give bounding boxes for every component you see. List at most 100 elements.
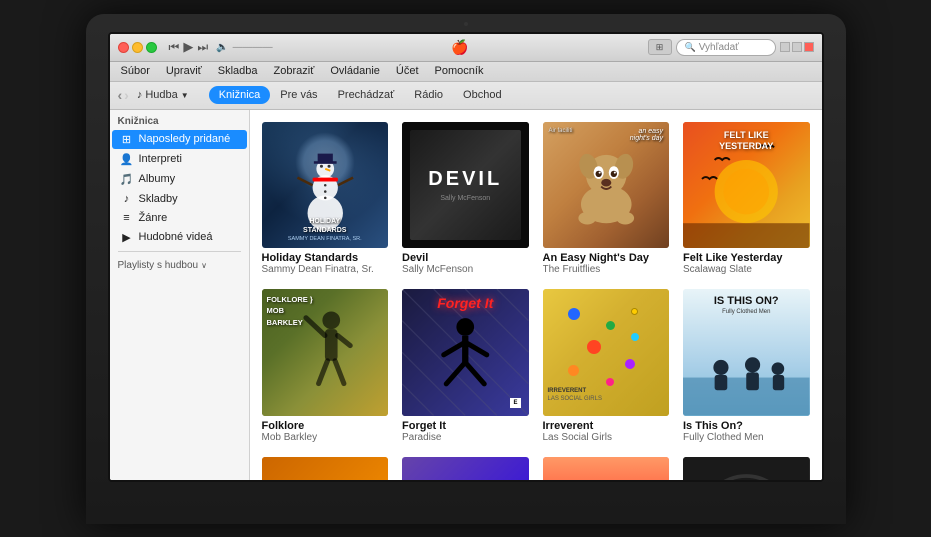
album-cover-6: Forget It E xyxy=(402,289,529,416)
menu-pomocnik[interactable]: Pomocník xyxy=(432,64,487,78)
album-cover-2: DEVIL Sally McFenson xyxy=(402,122,529,249)
album-title-5: Folklore xyxy=(262,420,389,432)
sidebar-item-hudvidea[interactable]: ▶ Hudobné videá xyxy=(112,228,247,247)
zanre-label: Žánre xyxy=(139,212,168,224)
nav-tabs: Knižnica Pre vás Prechádzať Rádio Obchod xyxy=(209,86,512,104)
play-button[interactable]: ▶ xyxy=(183,39,193,55)
album-item-6[interactable]: Forget It E Forget It Paradise xyxy=(402,289,529,443)
album-cover-1: HOLIDAYSTANDARDS SAMMY DEAN FINATRA, SR. xyxy=(262,122,389,249)
music-label: ♪ Hudba ▼ xyxy=(137,89,189,101)
forward-arrow[interactable]: › xyxy=(124,87,129,103)
interpreti-icon: 👤 xyxy=(120,153,134,166)
album-item-8[interactable]: IS THIS ON? Fully Clothed Men xyxy=(683,289,810,443)
sidebar-item-interpreti[interactable]: 👤 Interpreti xyxy=(112,150,247,169)
resize-btn-2[interactable] xyxy=(792,42,802,52)
apple-logo: 🍎 xyxy=(279,39,642,56)
album-cover-7: IRREVERENTLAS SOCIAL GIRLS xyxy=(543,289,670,416)
nav-bar: ‹ › ♪ Hudba ▼ Knižnica Pre vás Prechádza… xyxy=(110,82,822,110)
title-bar: ⏮ ▶ ⏭ 🔈 ———— 🍎 ⊞ 🔍 Vyhľadať xyxy=(110,34,822,62)
playlists-text: Playlisty s hudbou xyxy=(118,260,199,271)
grid-icon: ⊞ xyxy=(656,42,664,53)
music-note-icon: ♪ xyxy=(137,89,143,101)
content-area: HOLIDAYSTANDARDS SAMMY DEAN FINATRA, SR.… xyxy=(250,110,822,480)
album-cover-11: SUNSETBLUES xyxy=(543,457,670,480)
menu-skladba[interactable]: Skladba xyxy=(215,64,261,78)
album-cover-9 xyxy=(262,457,389,480)
volume-slider[interactable]: ———— xyxy=(233,42,273,53)
sidebar: Knižnica ⊞ Naposledy pridané 👤 Interpret… xyxy=(110,110,250,480)
sidebar-item-zanre[interactable]: ≡ Žánre xyxy=(112,209,247,227)
sidebar-item-naposledy[interactable]: ⊞ Naposledy pridané xyxy=(112,130,247,149)
window-controls xyxy=(118,42,157,53)
skladby-label: Skladby xyxy=(139,193,178,205)
maximize-button[interactable] xyxy=(146,42,157,53)
album-item-7[interactable]: IRREVERENTLAS SOCIAL GIRLS Irreverent La… xyxy=(543,289,670,443)
hudvidea-label: Hudobné videá xyxy=(139,231,213,243)
menu-upravit[interactable]: Upraviť xyxy=(163,64,205,78)
menu-ucet[interactable]: Účet xyxy=(393,64,422,78)
album-item-1[interactable]: HOLIDAYSTANDARDS SAMMY DEAN FINATRA, SR.… xyxy=(262,122,389,276)
close-x-btn[interactable] xyxy=(804,42,814,52)
menu-ovladanie[interactable]: Ovládanie xyxy=(327,64,383,78)
albums-grid: HOLIDAYSTANDARDS SAMMY DEAN FINATRA, SR.… xyxy=(262,122,810,480)
album-item-11[interactable]: SUNSETBLUES xyxy=(543,457,670,480)
album-cover-4: FELT LIKEYESTERDAY xyxy=(683,122,810,249)
menu-zobrazit[interactable]: Zobraziť xyxy=(271,64,318,78)
album-title-4: Felt Like Yesterday xyxy=(683,252,810,264)
album-artist-2: Sally McFenson xyxy=(402,264,529,275)
sidebar-divider xyxy=(118,251,241,252)
album-item-3[interactable]: an easynight's day Air faciliti An Easy … xyxy=(543,122,670,276)
album-item-4[interactable]: FELT LIKEYESTERDAY Felt Like Yesterday S… xyxy=(683,122,810,276)
tab-pre-vas[interactable]: Pre vás xyxy=(270,86,327,104)
album-item-12[interactable]: Album 12 Artist 12 xyxy=(683,457,810,480)
tab-kniznica[interactable]: Knižnica xyxy=(209,86,271,104)
naposledy-icon: ⊞ xyxy=(120,133,134,146)
album-artist-6: Paradise xyxy=(402,432,529,443)
laptop-screen: ⏮ ▶ ⏭ 🔈 ———— 🍎 ⊞ 🔍 Vyhľadať xyxy=(108,32,824,482)
album-item-10[interactable]: Album 10 Artist 10 xyxy=(402,457,529,480)
album-title-8: Is This On? xyxy=(683,420,810,432)
volume-icon: 🔈 xyxy=(216,42,228,53)
album-title-2: Devil xyxy=(402,252,529,264)
tab-obchod[interactable]: Obchod xyxy=(453,86,512,104)
dropdown-icon[interactable]: ▼ xyxy=(181,91,189,100)
album-title-3: An Easy Night's Day xyxy=(543,252,670,264)
album-artist-4: Scalawag Slate xyxy=(683,264,810,275)
resize-btn-1[interactable] xyxy=(780,42,790,52)
search-box: 🔍 Vyhľadať xyxy=(676,39,776,56)
nav-arrows: ‹ › xyxy=(118,87,129,103)
album-artist-8: Fully Clothed Men xyxy=(683,432,810,443)
skladby-icon: ♪ xyxy=(120,193,134,205)
sidebar-item-skladby[interactable]: ♪ Skladby xyxy=(112,190,247,208)
itunes-window: ⏮ ▶ ⏭ 🔈 ———— 🍎 ⊞ 🔍 Vyhľadať xyxy=(110,34,822,480)
music-text: Hudba xyxy=(145,89,177,101)
albumy-label: Albumy xyxy=(139,173,176,185)
search-icon: 🔍 xyxy=(685,42,696,53)
playlists-label[interactable]: Playlisty s hudbou ∨ xyxy=(110,256,249,273)
prev-track-button[interactable]: ⏮ xyxy=(169,40,180,55)
transport-controls: ⏮ ▶ ⏭ 🔈 ———— xyxy=(169,39,273,55)
search-placeholder[interactable]: Vyhľadať xyxy=(699,42,739,53)
album-title-7: Irreverent xyxy=(543,420,670,432)
tab-radio[interactable]: Rádio xyxy=(404,86,453,104)
album-artist-3: The Fruitflies xyxy=(543,264,670,275)
album-cover-12 xyxy=(683,457,810,480)
sidebar-item-albumy[interactable]: 🎵 Albumy xyxy=(112,170,247,189)
album-item-5[interactable]: FOLKLORE }MOBBARKLEY Folklore Mob Barkle… xyxy=(262,289,389,443)
close-button[interactable] xyxy=(118,42,129,53)
minimize-button[interactable] xyxy=(132,42,143,53)
album-item-2[interactable]: DEVIL Sally McFenson Devil Sally McFenso… xyxy=(402,122,529,276)
album-artist-5: Mob Barkley xyxy=(262,432,389,443)
interpreti-label: Interpreti xyxy=(139,153,182,165)
next-track-button[interactable]: ⏭ xyxy=(197,40,208,55)
album-cover-3: an easynight's day Air faciliti xyxy=(543,122,670,249)
back-arrow[interactable]: ‹ xyxy=(118,87,123,103)
menu-subor[interactable]: Súbor xyxy=(118,64,153,78)
tab-prechadza[interactable]: Prechádzať xyxy=(328,86,405,104)
album-item-9[interactable]: Album 9 Artist 9 xyxy=(262,457,389,480)
album-artist-7: Las Social Girls xyxy=(543,432,670,443)
zanre-icon: ≡ xyxy=(120,212,134,224)
laptop-outer: ⏮ ▶ ⏭ 🔈 ———— 🍎 ⊞ 🔍 Vyhľadať xyxy=(86,14,846,524)
main-content: Knižnica ⊞ Naposledy pridané 👤 Interpret… xyxy=(110,110,822,480)
grid-view-button[interactable]: ⊞ xyxy=(648,39,672,55)
